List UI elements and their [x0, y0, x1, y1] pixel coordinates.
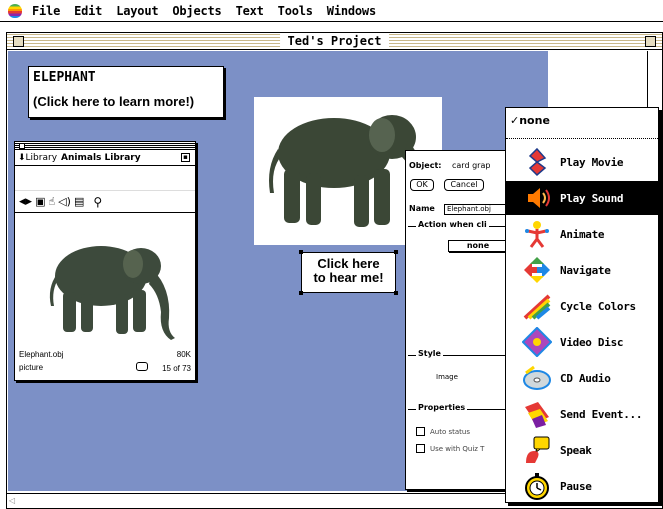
clipboard-icon[interactable]: ▤: [74, 195, 84, 208]
library-expand-icon[interactable]: ▪: [181, 153, 190, 162]
library-drag-bar[interactable]: [15, 142, 195, 150]
library-elephant-thumbnail[interactable]: [21, 228, 191, 348]
animate-icon: [525, 221, 549, 248]
menu-tools[interactable]: Tools: [278, 4, 313, 18]
window-titlebar[interactable]: Ted's Project: [7, 33, 662, 50]
library-item-toggle[interactable]: [136, 362, 149, 371]
library-palette: ⬇ Library Animals Library ▪ ◂▸ ▣ ☝ ◁) ▤ …: [14, 141, 196, 381]
close-box[interactable]: [13, 36, 24, 47]
object-label: Object:: [409, 161, 442, 170]
auto-status-label: Auto status: [430, 428, 470, 436]
magnifier-icon[interactable]: ⚲: [93, 195, 102, 209]
menu-windows[interactable]: Windows: [327, 4, 376, 18]
menu-item-label: Speak: [560, 443, 592, 457]
cancel-button[interactable]: Cancel: [444, 179, 484, 191]
resize-handle[interactable]: [299, 250, 303, 254]
menu-objects[interactable]: Objects: [172, 4, 221, 18]
library-toolbar: ◂▸ ▣ ☝ ◁) ▤ ⚲: [15, 191, 195, 213]
sound-icon[interactable]: ◁): [58, 195, 71, 208]
menu-item-play-sound[interactable]: Play Sound: [506, 181, 658, 215]
resize-handle[interactable]: [299, 291, 303, 295]
library-name[interactable]: Animals Library: [61, 153, 141, 163]
hear-me-line1: Click here: [317, 256, 380, 271]
menu-item-label: Pause: [560, 479, 592, 493]
name-label: Name: [409, 204, 435, 213]
zoom-box[interactable]: [645, 36, 656, 47]
prev-next-icon[interactable]: ◂▸: [19, 194, 32, 209]
menu-item-none[interactable]: ✓none: [506, 111, 658, 131]
action-popup-menu: ✓none Play Movie Play Sound Animate Navi…: [505, 107, 659, 503]
library-item-info: Elephant.obj 80K picture 15 of 73: [19, 348, 191, 374]
menu-item-label: Play Movie: [560, 155, 624, 169]
menu-item-speak[interactable]: Speak: [506, 433, 658, 467]
menu-item-send-event[interactable]: Send Event...: [506, 397, 658, 431]
hand-icon[interactable]: ☝: [48, 195, 55, 208]
movie-icon: [528, 147, 547, 177]
quiz-checkbox[interactable]: [416, 444, 425, 453]
resize-handle[interactable]: [394, 291, 398, 295]
caption-subtitle: (Click here to learn more!): [33, 94, 195, 109]
video-disc-icon: [522, 327, 552, 357]
menu-layout[interactable]: Layout: [116, 4, 158, 18]
library-item-type: picture: [19, 363, 44, 372]
elephant-text-button[interactable]: ELEPHANT (Click here to learn more!): [28, 66, 224, 118]
menu-item-navigate[interactable]: Navigate: [506, 253, 658, 287]
properties-group-label: Properties: [416, 403, 468, 412]
library-label: Library: [25, 152, 58, 163]
stopwatch-icon: [525, 473, 549, 500]
none-label: none: [519, 114, 550, 127]
rainbow-icon: [523, 294, 551, 320]
send-event-icon: [525, 402, 549, 428]
menu-item-label: Play Sound: [560, 191, 624, 205]
caption-title: ELEPHANT: [33, 70, 96, 85]
window-title: Ted's Project: [279, 34, 390, 48]
library-item-filename: Elephant.obj: [19, 350, 64, 359]
quiz-label: Use with Quiz T: [430, 445, 485, 453]
library-close-box[interactable]: [19, 143, 25, 149]
style-value[interactable]: Image: [436, 373, 458, 381]
menu-item-cd-audio[interactable]: CD Audio: [506, 361, 658, 395]
hear-me-line2: to hear me!: [313, 270, 384, 285]
menu-item-cycle-colors[interactable]: Cycle Colors: [506, 289, 658, 323]
menu-item-play-movie[interactable]: Play Movie: [506, 145, 658, 179]
menu-item-label: Video Disc: [560, 335, 624, 349]
action-popup[interactable]: none: [448, 240, 508, 252]
menu-item-label: Animate: [560, 227, 605, 241]
object-value: card grap: [452, 161, 491, 170]
menu-text[interactable]: Text: [236, 4, 264, 18]
menu-item-label: CD Audio: [560, 371, 611, 385]
library-item-count: 15 of 73: [162, 364, 191, 373]
menu-file[interactable]: File: [32, 4, 60, 18]
cd-icon: [523, 365, 551, 390]
library-item-size: 80K: [176, 350, 191, 359]
menu-item-label: Navigate: [560, 263, 611, 277]
navigate-arrows-icon: [524, 257, 550, 283]
apple-menu-icon[interactable]: [8, 3, 22, 18]
speech-icon: [526, 436, 550, 463]
action-group-label: Action when cli: [416, 220, 489, 229]
library-header: ⬇ Library Animals Library ▪: [15, 150, 195, 166]
speaker-icon: [528, 188, 550, 208]
scroll-left-arrow-icon[interactable]: ◁: [9, 496, 19, 506]
menu-bar: File Edit Layout Objects Text Tools Wind…: [0, 0, 663, 22]
checkmark-icon: ✓: [510, 114, 520, 127]
menu-item-animate[interactable]: Animate: [506, 217, 658, 251]
library-spacer: [15, 166, 195, 191]
menu-edit[interactable]: Edit: [74, 4, 102, 18]
ok-button[interactable]: OK: [410, 179, 434, 191]
menu-item-video-disc[interactable]: Video Disc: [506, 325, 658, 359]
menu-item-label: Send Event...: [560, 407, 643, 421]
style-group-label: Style: [416, 349, 443, 358]
menu-separator: [506, 138, 658, 139]
hear-me-button[interactable]: Click here to hear me!: [299, 250, 398, 295]
resize-handle[interactable]: [394, 250, 398, 254]
menu-item-pause[interactable]: Pause: [506, 469, 658, 503]
camera-icon[interactable]: ▣: [35, 195, 45, 208]
menu-item-label: Cycle Colors: [560, 299, 636, 313]
auto-status-checkbox[interactable]: [416, 427, 425, 436]
library-popup-arrow-icon[interactable]: ⬇: [18, 153, 26, 163]
